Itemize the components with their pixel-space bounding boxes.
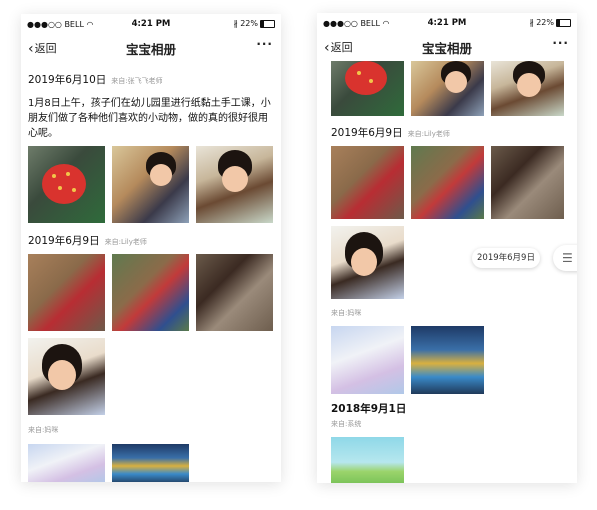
album-source: 来自:Lily老师 [104,238,147,246]
ladybug-shape [345,61,387,95]
floating-date-button[interactable]: 2019年6月9日 [472,248,540,268]
ladybug-spot [52,174,56,178]
album-date: 2019年6月9日 [28,235,100,247]
photo-playground[interactable] [411,326,484,394]
battery-icon [260,19,275,28]
battery-percent: 22% [240,19,258,28]
bluetooth-icon: ∦ [233,19,238,28]
status-right: ∦ 22% [530,18,571,27]
nav-bar: ‹返回 宝宝相册 ··· [21,34,281,60]
photo-sandbox-3[interactable] [196,254,273,331]
photo-kids-crafting[interactable] [411,61,484,116]
list-icon[interactable]: ☰ [553,245,577,271]
page-title: 宝宝相册 [421,41,472,56]
left-phone-screen: ●●●○○ BELL ◠ 4:21 PM ∦ 22% ‹返回 宝宝相册 ··· … [21,14,281,482]
ladybug-spot [58,186,62,190]
album-source: 来自:系统 [331,420,362,428]
photo-girl-portrait[interactable] [28,338,105,415]
more-button[interactable]: ··· [256,37,273,51]
post-text: 1月8日上午，孩子们在幼儿园里进行纸黏土手工课，小朋友们做了各种他们喜欢的小动物… [28,98,271,139]
battery-percent: 22% [536,18,554,27]
album-source: 来自:妈咪 [28,426,59,434]
bluetooth-icon: ∦ [529,18,534,27]
photo-playground[interactable] [112,444,189,482]
album-source: 来自:妈咪 [331,309,362,317]
ladybug-shape [42,164,86,204]
photo-system-banner[interactable] [331,437,404,483]
photo-sandbox-2[interactable] [411,146,484,219]
page-title: 宝宝相册 [125,42,176,57]
album-date-heading: 2019年6月9日 来自:Lily老师 [331,125,450,140]
photo-ladybug-craft[interactable] [331,61,404,116]
ladybug-spot [357,71,361,75]
album-source: 来自:张飞飞老师 [111,77,163,85]
photo-girl-portrait[interactable] [331,226,404,299]
photo-foam-party[interactable] [331,326,404,394]
right-phone-screen: ●●●○○ BELL ◠ 4:21 PM ∦ 22% ‹返回 宝宝相册 ··· … [317,13,577,483]
album-date: 2019年6月10日 [28,74,107,86]
ladybug-spot [72,188,76,192]
child-face [517,73,541,97]
album-date-heading: 2018年9月1日 [331,401,406,416]
ladybug-spot [369,79,373,83]
photo-sandbox-3[interactable] [491,146,564,219]
child-face [222,166,248,192]
status-bar: ●●●○○ BELL ◠ 4:21 PM ∦ 22% [21,14,281,34]
status-bar: ●●●○○ BELL ◠ 4:21 PM ∦ 22% [317,13,577,33]
photo-kids-crafting[interactable] [112,146,189,223]
photo-sandbox-2[interactable] [112,254,189,331]
nav-bar: ‹返回 宝宝相册 ··· [317,33,577,59]
status-right: ∦ 22% [234,19,275,28]
album-date: 2019年6月9日 [331,127,403,139]
photo-sandbox-1[interactable] [331,146,404,219]
photo-foam-party[interactable] [28,444,105,482]
album-date-heading: 2019年6月9日 来自:Lily老师 [28,233,147,248]
child-face [445,71,467,93]
photo-boy-crafting[interactable] [196,146,273,223]
battery-icon [556,18,571,27]
ladybug-spot [66,172,70,176]
child-face [150,164,172,186]
more-button[interactable]: ··· [552,36,569,50]
photo-sandbox-1[interactable] [28,254,105,331]
child-face [48,360,76,390]
child-face [351,248,377,276]
album-source: 来自:Lily老师 [407,130,450,138]
album-date: 2018年9月1日 [331,403,407,415]
photo-ladybug-craft[interactable] [28,146,105,223]
photo-boy-crafting[interactable] [491,61,564,116]
album-date-heading: 2019年6月10日 来自:张飞飞老师 [28,72,163,87]
